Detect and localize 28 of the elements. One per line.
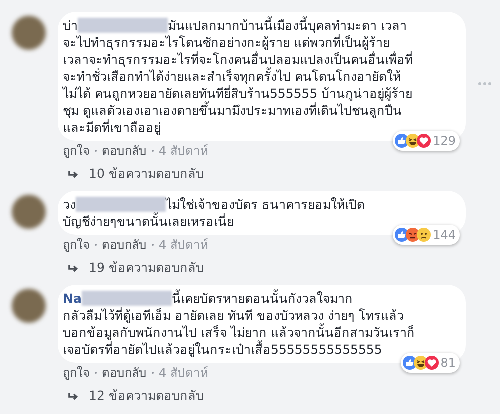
comment-action-link[interactable]: ถูกใจ: [63, 365, 90, 381]
avatar[interactable]: [12, 195, 46, 229]
reply-arrow-icon: [68, 392, 79, 400]
author-name[interactable]: บ่า: [63, 17, 78, 34]
heart-reaction-icon: [424, 356, 439, 370]
comment-text: มันแปลกมากบ้านนี้เมืองนี้บุคลทำมะดา เวลา: [168, 17, 407, 34]
avatar[interactable]: [12, 289, 46, 323]
comment-text: บัญชีง่ายๆขนาดนั้นเลยเหรอเนี่ย: [63, 213, 235, 230]
heart-reaction-icon: [417, 134, 432, 148]
sad-face-icon: [417, 228, 432, 242]
replies-link[interactable]: 12 ข้อความตอบกลับ: [89, 387, 204, 405]
comment-action-link[interactable]: ตอบกลับ: [102, 143, 147, 159]
comment-action-link[interactable]: ตอบกลับ: [102, 365, 147, 381]
author-name[interactable]: วง: [63, 196, 76, 213]
reply-arrow-icon: [68, 264, 79, 272]
replies-link[interactable]: 10 ข้อความตอบกลับ: [89, 165, 204, 183]
comment-action-link[interactable]: ถูกใจ: [63, 143, 90, 159]
comment-action-link[interactable]: ตอบกลับ: [102, 237, 147, 253]
reaction-count: 81: [440, 355, 456, 372]
replies-link[interactable]: 19 ข้อความตอบกลับ: [89, 259, 204, 277]
author-name[interactable]: Na: [63, 290, 82, 307]
reply-arrow-icon: [68, 170, 79, 178]
avatar[interactable]: [12, 16, 46, 50]
comment-text: นี้เคยบัตรหายตอนนั้นกังวลใจมาก: [172, 290, 353, 307]
reaction-count: 144: [433, 227, 456, 244]
reaction-count: 129: [433, 133, 456, 150]
comment-text: ไม่ใช่เจ้าของบัตร ธนาคารยอมให้เปิด: [166, 196, 365, 212]
comment-action-link[interactable]: ถูกใจ: [63, 237, 90, 253]
